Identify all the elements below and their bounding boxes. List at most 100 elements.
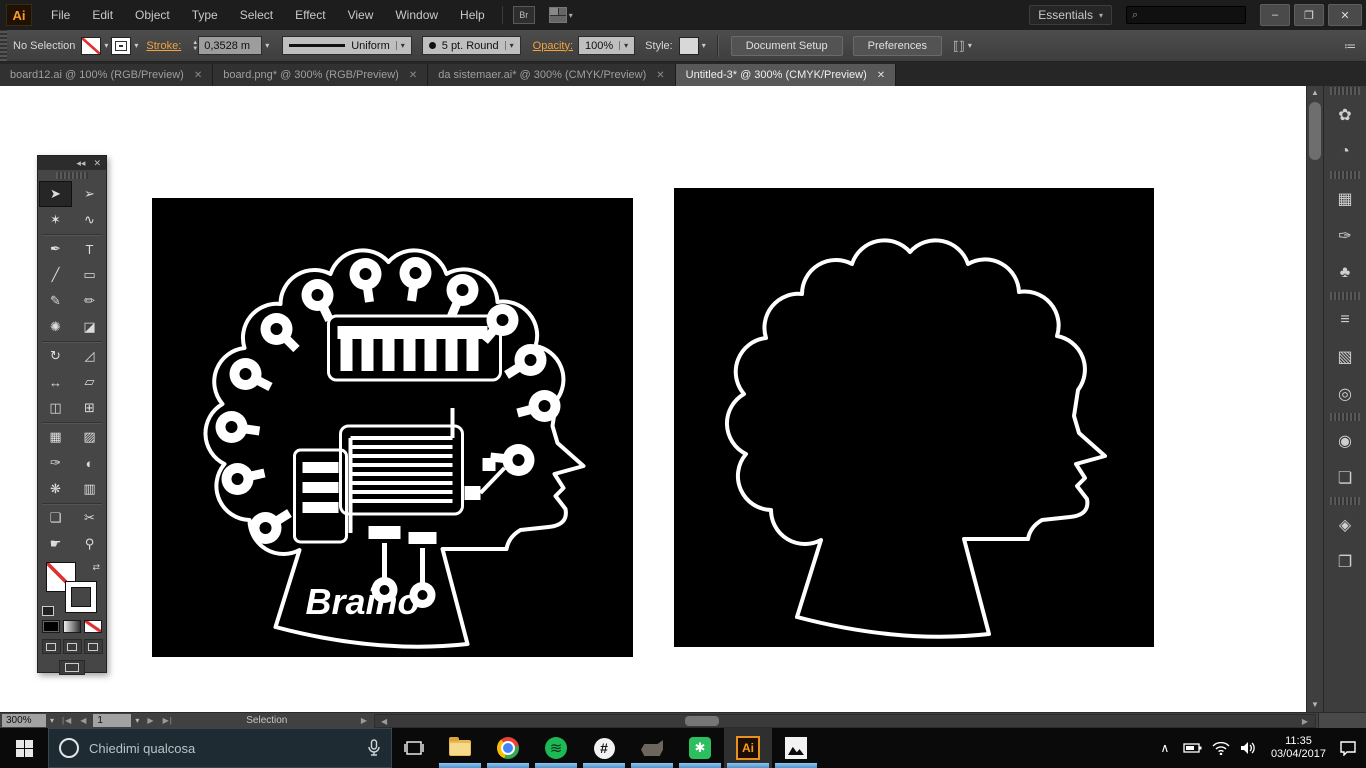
next-artboard-button[interactable]: ▶ <box>143 716 158 725</box>
menu-object[interactable]: Object <box>124 0 181 30</box>
tool-rectangle[interactable]: ▭ <box>73 262 106 288</box>
taskbar-illustrator[interactable]: Ai <box>724 728 772 768</box>
stroke-weight-field[interactable]: 0,3528 m <box>198 36 263 55</box>
menu-edit[interactable]: Edit <box>81 0 124 30</box>
gradient-button[interactable] <box>63 620 81 633</box>
panel-symbols-icon[interactable]: ♣ <box>1324 254 1366 291</box>
panel-gripper[interactable] <box>56 172 88 179</box>
tab-close-icon[interactable]: ✕ <box>194 70 202 81</box>
tool-rotate[interactable]: ↻ <box>39 343 72 369</box>
dock-gripper[interactable] <box>1330 292 1360 300</box>
tab-board12[interactable]: board12.ai @ 100% (RGB/Preview) ✕ <box>0 64 214 86</box>
tools-panel-header[interactable]: ◂◂ ✕ <box>38 156 106 170</box>
panel-stroke-icon[interactable]: ≡ <box>1324 301 1366 338</box>
tab-close-icon[interactable]: ✕ <box>656 70 664 81</box>
workspace-switcher[interactable]: Essentials ▾ <box>1029 5 1112 25</box>
panel-gradient-icon[interactable]: ▧ <box>1324 338 1366 375</box>
stroke-panel-link[interactable]: Stroke: <box>146 40 181 52</box>
menu-file[interactable]: File <box>40 0 81 30</box>
horizontal-scrollbar[interactable]: ◀ ▶ <box>373 713 1316 728</box>
tool-symbol-sprayer[interactable]: ❋ <box>39 476 72 502</box>
taskbar-chrome[interactable] <box>484 728 532 768</box>
action-center-icon[interactable] <box>1336 740 1360 756</box>
tool-lasso[interactable]: ∿ <box>73 207 106 233</box>
microphone-icon[interactable] <box>367 739 381 757</box>
tool-pen[interactable]: ✒ <box>39 236 72 262</box>
opacity-panel-link[interactable]: Opacity: <box>533 40 573 52</box>
menu-select[interactable]: Select <box>229 0 284 30</box>
draw-behind-button[interactable] <box>62 639 82 654</box>
tab-board-png[interactable]: board.png* @ 300% (RGB/Preview) ✕ <box>213 64 429 86</box>
menu-type[interactable]: Type <box>181 0 229 30</box>
task-view-button[interactable] <box>392 728 436 768</box>
search-input[interactable]: ⌕ <box>1126 6 1246 24</box>
tool-hand[interactable]: ☛ <box>39 531 72 557</box>
panel-links-icon[interactable]: ❐ <box>1324 543 1366 580</box>
tool-gradient[interactable]: ▨ <box>73 424 106 450</box>
panel-color-guide-icon[interactable]: ◔ <box>1324 133 1366 170</box>
menu-help[interactable]: Help <box>449 0 496 30</box>
draw-inside-button[interactable] <box>83 639 103 654</box>
menu-view[interactable]: View <box>337 0 385 30</box>
tool-type[interactable]: T <box>73 236 106 262</box>
dock-gripper[interactable] <box>1330 87 1360 95</box>
style-swatch[interactable] <box>678 36 699 55</box>
chevron-down-icon[interactable]: ▾ <box>699 41 709 50</box>
document-canvas[interactable]: Braino <box>0 86 1306 712</box>
volume-icon[interactable] <box>1237 741 1261 755</box>
none-button[interactable] <box>84 620 102 633</box>
tool-eraser[interactable]: ◪ <box>73 314 106 340</box>
first-artboard-button[interactable]: |◀ <box>58 716 76 725</box>
scroll-down-icon[interactable]: ▼ <box>1307 698 1323 712</box>
panel-swatches-icon[interactable]: ▦ <box>1324 180 1366 217</box>
battery-icon[interactable] <box>1181 742 1205 754</box>
tool-magic-wand[interactable]: ✶ <box>39 207 72 233</box>
vertical-scrollbar[interactable]: ▲ ▼ <box>1306 86 1323 712</box>
status-menu-icon[interactable]: ▶ <box>357 716 372 725</box>
scroll-up-icon[interactable]: ▲ <box>1307 86 1323 100</box>
tool-direct-selection[interactable]: ➢ <box>73 181 106 207</box>
tool-slice[interactable]: ✂ <box>73 505 106 531</box>
tool-free-transform[interactable]: ▱ <box>73 369 106 395</box>
tray-chevron-icon[interactable]: ∧ <box>1153 741 1177 755</box>
stroke-color-swatch[interactable] <box>111 36 132 55</box>
variable-width-select[interactable]: Uniform ▾ <box>282 36 412 55</box>
arrange-documents-button[interactable]: ▾ <box>548 7 573 23</box>
restore-button[interactable]: ❐ <box>1294 4 1324 26</box>
artboard-head-outline[interactable] <box>674 188 1154 647</box>
tool-perspective-grid[interactable]: ⊞ <box>73 395 106 421</box>
preferences-button[interactable]: Preferences <box>852 35 942 56</box>
tool-blend[interactable]: ◐ <box>73 450 106 476</box>
tab-untitled-3[interactable]: Untitled-3* @ 300% (CMYK/Preview) ✕ <box>675 64 897 86</box>
taskbar-spotify[interactable] <box>532 728 580 768</box>
artboard-braino[interactable]: Braino <box>152 198 633 657</box>
tool-paintbrush[interactable]: ✎ <box>39 288 72 314</box>
swap-fill-stroke-icon[interactable]: ⇄ <box>92 562 100 573</box>
chevron-down-icon[interactable]: ▾ <box>101 41 111 50</box>
align-glyphs-button[interactable]: ⟦⟧ ▾ <box>953 39 975 53</box>
screen-mode-button[interactable] <box>59 660 85 675</box>
tool-shape-builder[interactable]: ◫ <box>39 395 72 421</box>
horizontal-scroll-thumb[interactable] <box>684 715 719 726</box>
panel-transparency-icon[interactable]: ◎ <box>1324 375 1366 412</box>
dock-gripper[interactable] <box>1330 171 1360 179</box>
tool-pencil[interactable]: ✏ <box>73 288 106 314</box>
tab-close-icon[interactable]: ✕ <box>877 70 885 81</box>
start-button[interactable] <box>0 728 48 768</box>
default-fill-stroke-icon[interactable] <box>42 606 54 616</box>
tab-da-sistemaer[interactable]: da sistemaer.ai* @ 300% (CMYK/Preview) ✕ <box>428 64 676 86</box>
chevron-down-icon[interactable]: ▾ <box>46 716 58 725</box>
panel-layers-icon[interactable]: ◈ <box>1324 506 1366 543</box>
panel-gripper[interactable] <box>0 30 7 61</box>
tool-column-graph[interactable]: ▥ <box>73 476 106 502</box>
menu-window[interactable]: Window <box>384 0 449 30</box>
scroll-right-icon[interactable]: ▶ <box>1298 717 1313 726</box>
tab-close-icon[interactable]: ✕ <box>409 70 417 81</box>
document-setup-button[interactable]: Document Setup <box>730 35 843 56</box>
tool-width[interactable]: ↔ <box>39 369 72 395</box>
tool-line-segment[interactable]: ╱ <box>39 262 72 288</box>
menu-effect[interactable]: Effect <box>284 0 336 30</box>
taskbar-evernote[interactable]: ✱ <box>676 728 724 768</box>
tool-scale[interactable]: ◿ <box>73 343 106 369</box>
panel-appearance-icon[interactable]: ◉ <box>1324 422 1366 459</box>
